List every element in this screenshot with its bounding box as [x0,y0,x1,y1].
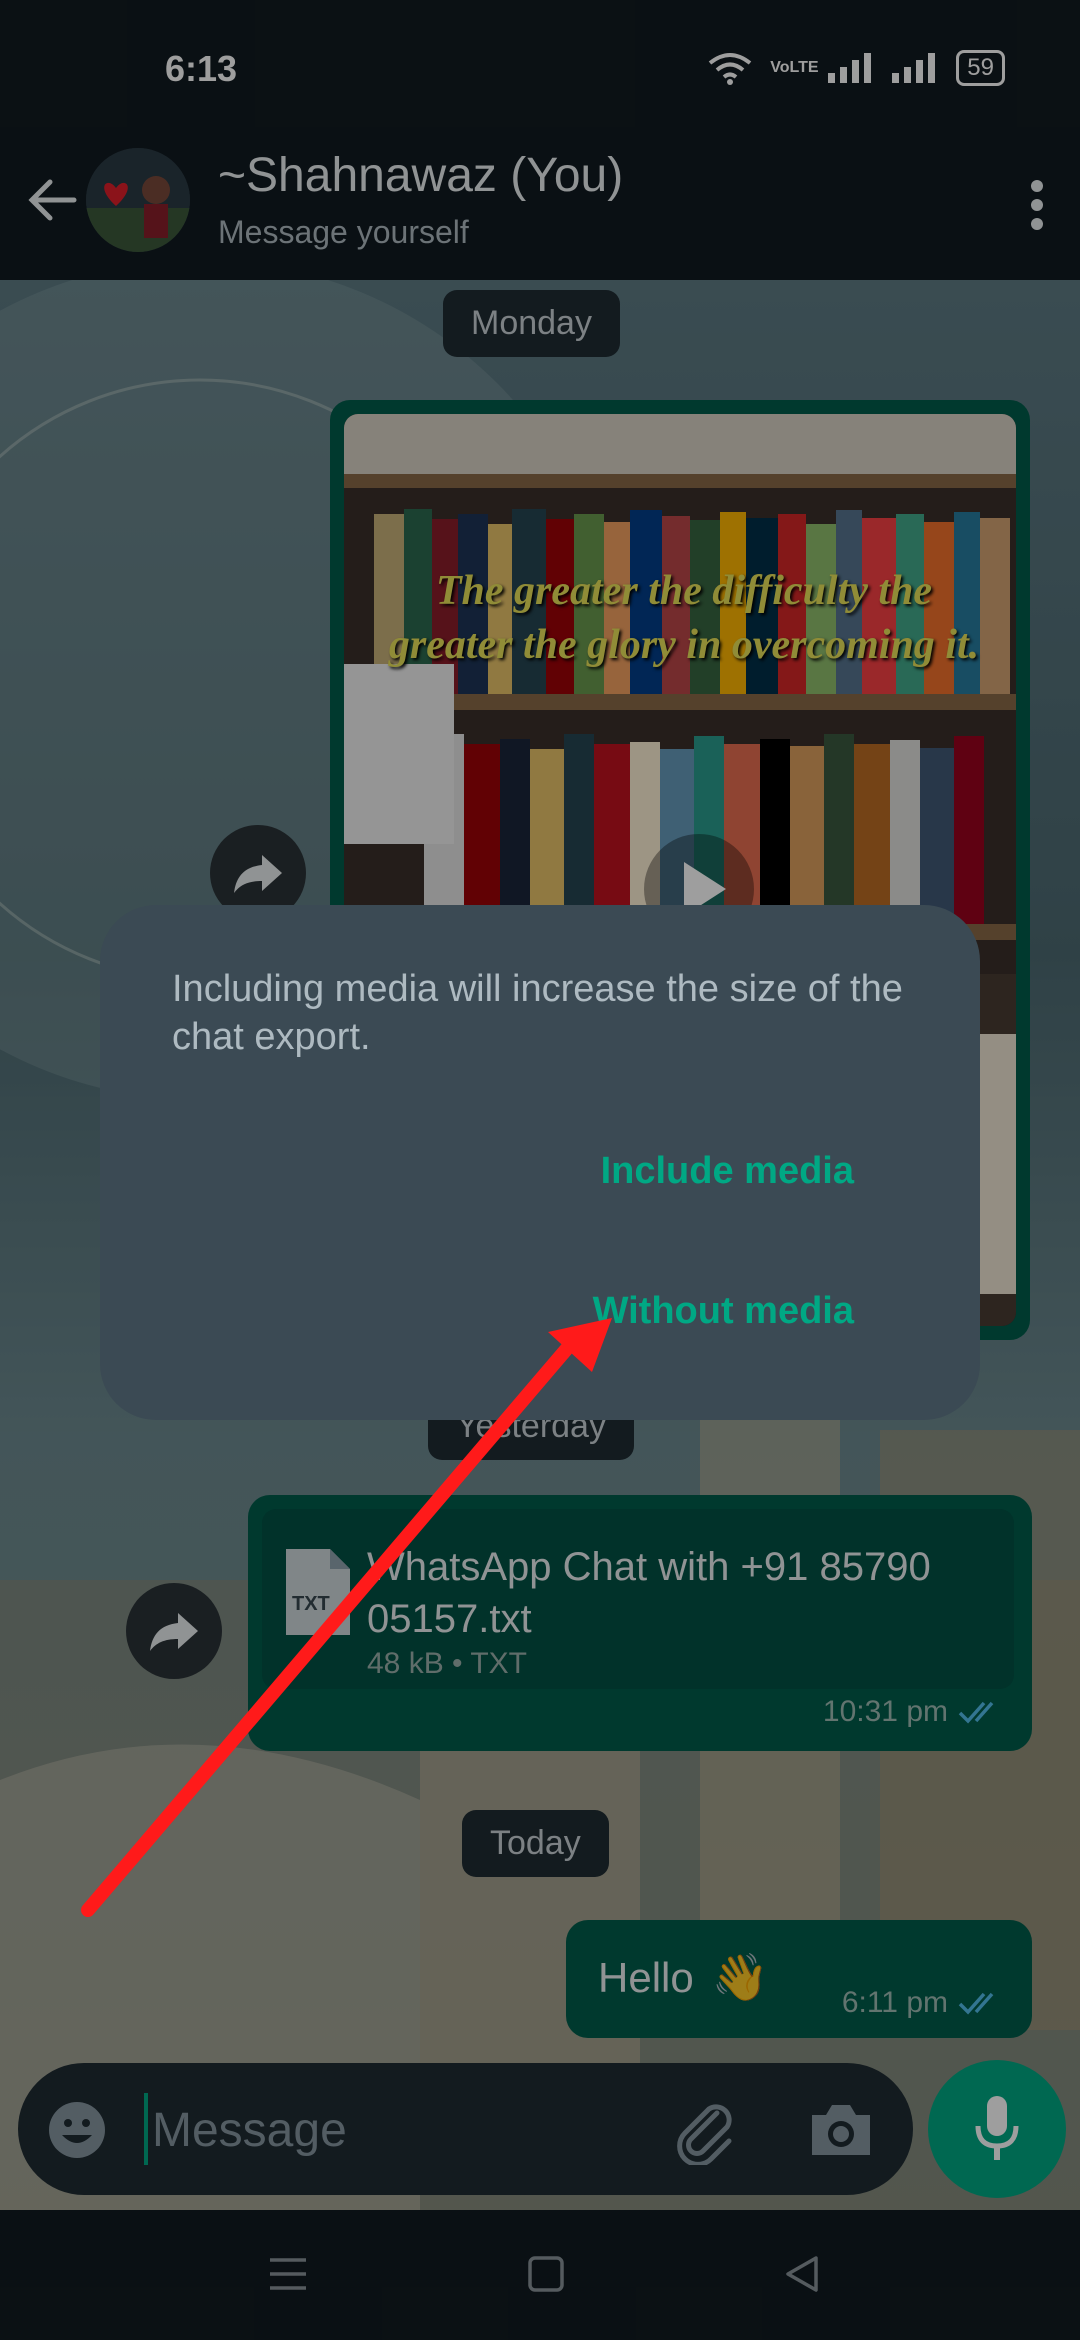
without-media-button[interactable]: Without media [593,1290,854,1333]
dialog-message: Including media will increase the size o… [172,968,903,1058]
export-chat-dialog: Including media will increase the size o… [100,905,980,1420]
include-media-button[interactable]: Include media [601,1150,854,1193]
